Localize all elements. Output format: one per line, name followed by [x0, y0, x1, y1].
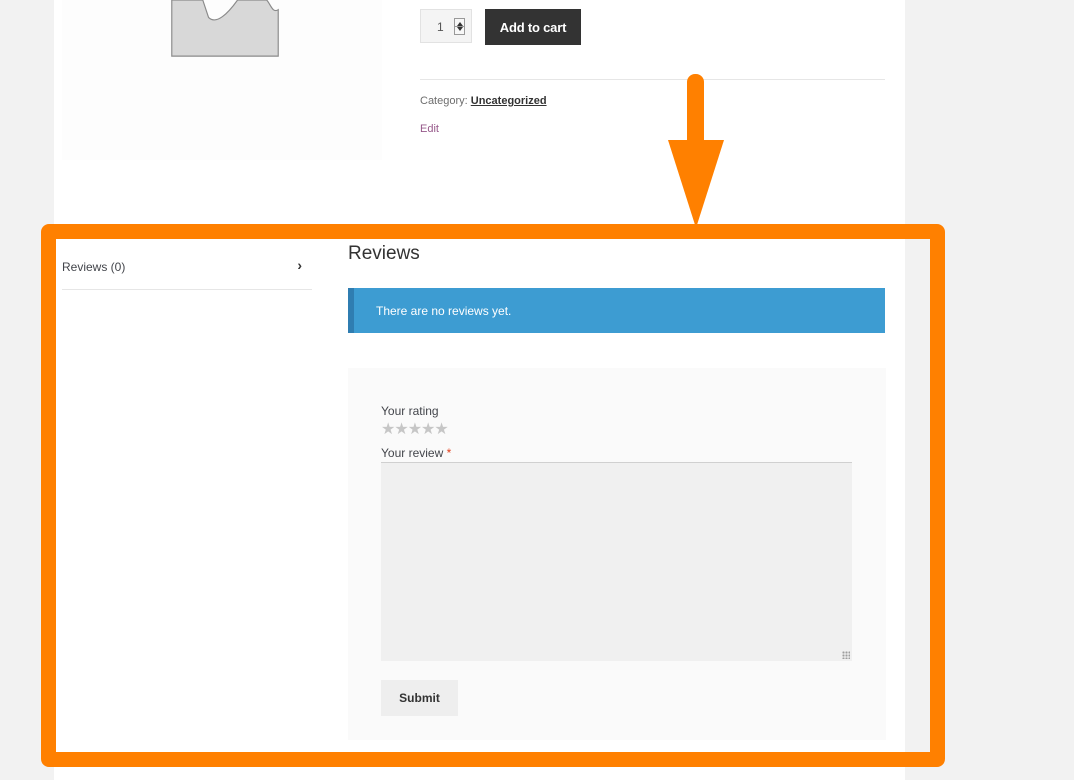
tab-reviews-label: Reviews (0): [62, 260, 126, 274]
star-icon[interactable]: ★: [421, 421, 435, 438]
required-mark: *: [446, 446, 452, 460]
placeholder-image-icon: [171, 0, 279, 57]
product-category: Category: Uncategorized: [420, 95, 547, 107]
rating-label: Your rating: [381, 404, 439, 418]
down-arrow-icon: [668, 74, 724, 228]
star-icon[interactable]: ★: [434, 421, 448, 438]
star-rating[interactable]: ★★★★★: [381, 419, 449, 439]
divider: [420, 79, 885, 80]
quantity-stepper[interactable]: [454, 18, 465, 35]
quantity-input[interactable]: 1: [420, 9, 472, 43]
stepper-down-icon[interactable]: [457, 27, 463, 31]
edit-link[interactable]: Edit: [420, 123, 439, 135]
review-label-text: Your review: [381, 446, 444, 460]
reviews-heading: Reviews: [348, 243, 420, 264]
add-to-cart-button[interactable]: Add to cart: [485, 9, 581, 45]
no-reviews-notice: There are no reviews yet.: [348, 288, 885, 333]
category-label: Category:: [420, 95, 468, 107]
chevron-right-icon: ›: [297, 257, 302, 273]
resize-grip-icon[interactable]: [842, 651, 850, 659]
notice-text: There are no reviews yet.: [376, 304, 512, 318]
product-image: [62, 0, 382, 160]
star-icon[interactable]: ★: [381, 421, 395, 438]
category-link[interactable]: Uncategorized: [471, 95, 547, 107]
quantity-value: 1: [437, 20, 444, 34]
review-textarea[interactable]: [381, 462, 852, 661]
star-icon[interactable]: ★: [394, 421, 408, 438]
tab-reviews[interactable]: Reviews (0) ›: [62, 252, 312, 290]
review-label: Your review *: [381, 446, 451, 460]
submit-button[interactable]: Submit: [381, 680, 458, 716]
star-icon[interactable]: ★: [408, 421, 422, 438]
